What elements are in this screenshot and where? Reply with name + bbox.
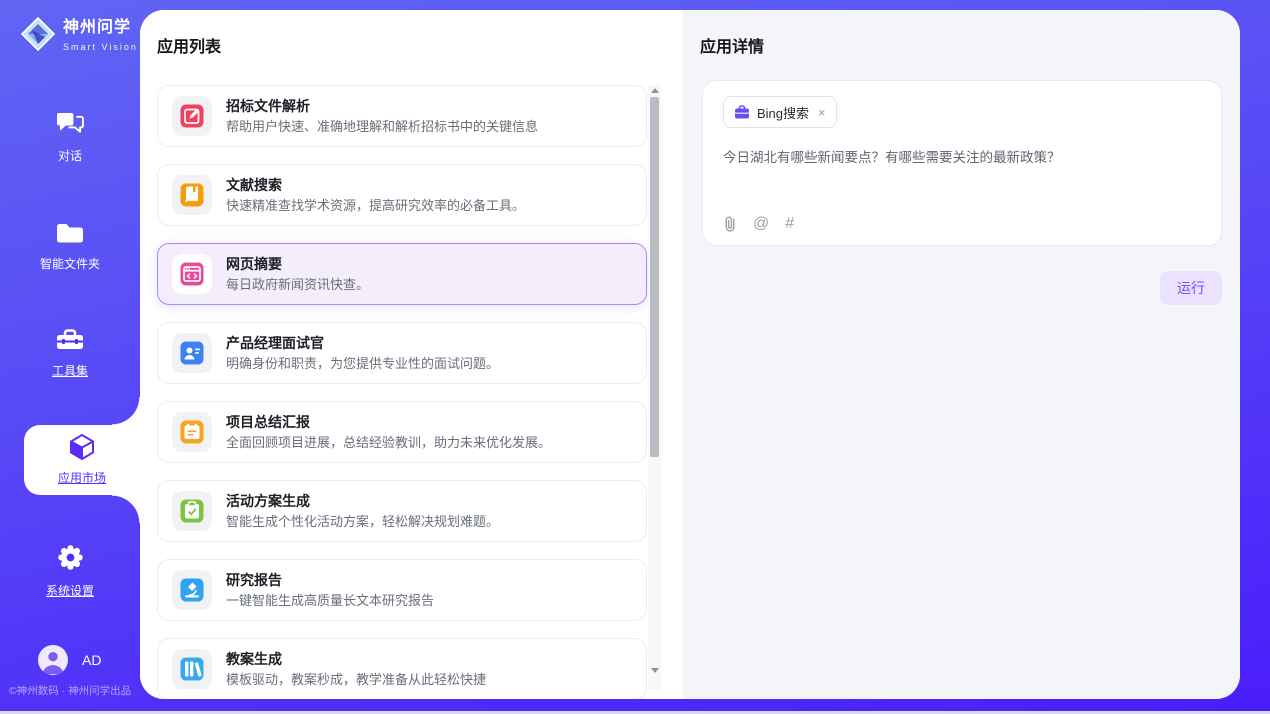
at-icon[interactable]: @ xyxy=(753,216,769,232)
tool-chip-label: Bing搜索 xyxy=(757,103,809,122)
tool-chip-bing-search[interactable]: Bing搜索 × xyxy=(723,96,837,128)
cube-icon xyxy=(67,432,97,467)
brand-subtitle: Smart Vision xyxy=(63,42,138,52)
summary-note-icon xyxy=(172,412,212,452)
run-button[interactable]: 运行 xyxy=(1160,271,1222,305)
interviewer-icon xyxy=(172,333,212,373)
app-card-desc: 帮助用户快速、准确地理解和解析招标书中的关键信息 xyxy=(226,118,538,135)
app-card-event-plan[interactable]: 活动方案生成 智能生成个性化活动方案，轻松解决规划难题。 xyxy=(157,480,647,542)
app-card-title: 教案生成 xyxy=(226,650,486,668)
book-icon xyxy=(172,175,212,215)
app-card-title: 项目总结汇报 xyxy=(226,413,551,431)
scroll-down-arrow-icon[interactable] xyxy=(651,668,659,673)
sidebar-item-label: 系统设置 xyxy=(0,582,140,599)
app-card-lesson-plan[interactable]: 教案生成 模板驱动，教案秒成，教学准备从此轻松快捷 xyxy=(157,638,647,699)
books-icon xyxy=(172,649,212,689)
app-card-desc: 全面回顾项目进展，总结经验教训，助力未来优化发展。 xyxy=(226,434,551,451)
sidebar-item-label: 工具集 xyxy=(0,362,140,379)
app-card-title: 招标文件解析 xyxy=(226,97,538,115)
sidebar: 神州问学 Smart Vision 对话 智能文件夹 xyxy=(0,0,140,711)
app-card-desc: 一键智能生成高质量长文本研究报告 xyxy=(226,592,434,609)
app-card-web-summary[interactable]: 网页摘要 每日政府新闻资讯快查。 xyxy=(157,243,647,305)
browser-code-icon xyxy=(172,254,212,294)
chat-icon xyxy=(56,112,85,142)
app-card-desc: 每日政府新闻资讯快查。 xyxy=(226,276,369,293)
app-card-title: 研究报告 xyxy=(226,571,434,589)
sidebar-item-chat[interactable]: 对话 xyxy=(0,112,140,164)
brand-logo: 神州问学 Smart Vision xyxy=(20,16,140,57)
sidebar-item-label: 对话 xyxy=(0,147,140,164)
app-card-desc: 快速精准查找学术资源，提高研究效率的必备工具。 xyxy=(226,197,525,214)
app-card-desc: 模板驱动，教案秒成，教学准备从此轻松快捷 xyxy=(226,671,486,688)
briefcase-icon xyxy=(734,105,750,120)
microscope-icon xyxy=(172,570,212,610)
app-card-title: 产品经理面试官 xyxy=(226,334,499,352)
paperclip-icon[interactable] xyxy=(723,215,737,232)
diamond-logo-icon xyxy=(20,16,56,57)
app-card-pm-interviewer[interactable]: 产品经理面试官 明确身份和职责，为您提供专业性的面试问题。 xyxy=(157,322,647,384)
app-card-bid-parsing[interactable]: 招标文件解析 帮助用户快速、准确地理解和解析招标书中的关键信息 xyxy=(157,85,647,147)
copyright-text: ©神州数码 · 神州问学出品 xyxy=(9,683,131,698)
user-avatar-icon xyxy=(38,645,68,675)
app-detail-panel: 应用详情 Bing搜索 × 今日湖北有哪些新闻要点？有哪些需要关注的最新政策？ xyxy=(683,10,1240,699)
app-cards: 招标文件解析 帮助用户快速、准确地理解和解析招标书中的关键信息 xyxy=(140,57,683,699)
content-area: 应用列表 招标文件解析 帮助用户快速、准确地理解和解析招标书中的关键信息 xyxy=(140,10,1240,699)
app-window: 神州问学 Smart Vision 对话 智能文件夹 xyxy=(0,0,1270,714)
app-card-literature-search[interactable]: 文献搜索 快速精准查找学术资源，提高研究效率的必备工具。 xyxy=(157,164,647,226)
app-card-title: 网页摘要 xyxy=(226,255,369,273)
app-detail-title: 应用详情 xyxy=(683,10,1240,57)
toolbox-icon xyxy=(55,328,85,357)
sidebar-item-toolset[interactable]: 工具集 xyxy=(0,328,140,379)
scroll-up-arrow-icon[interactable] xyxy=(651,88,659,93)
query-input-card[interactable]: Bing搜索 × 今日湖北有哪些新闻要点？有哪些需要关注的最新政策？ @ # xyxy=(702,80,1222,246)
user-account[interactable]: AD xyxy=(38,645,101,675)
brand-name: 神州问学 xyxy=(63,19,131,36)
close-icon[interactable]: × xyxy=(818,106,826,119)
sidebar-item-label: 智能文件夹 xyxy=(0,255,140,272)
app-card-research-report[interactable]: 研究报告 一键智能生成高质量长文本研究报告 xyxy=(157,559,647,621)
app-card-desc: 明确身份和职责，为您提供专业性的面试问题。 xyxy=(226,355,499,372)
app-list-title: 应用列表 xyxy=(140,10,683,57)
sidebar-item-label: 应用市场 xyxy=(24,469,140,486)
app-card-title: 文献搜索 xyxy=(226,176,525,194)
gear-icon xyxy=(56,543,85,577)
folder-icon xyxy=(56,222,84,250)
app-card-title: 活动方案生成 xyxy=(226,492,499,510)
query-input[interactable]: 今日湖北有哪些新闻要点？有哪些需要关注的最新政策？ xyxy=(723,148,1201,167)
app-list-panel: 应用列表 招标文件解析 帮助用户快速、准确地理解和解析招标书中的关键信息 xyxy=(140,10,683,699)
sidebar-item-settings[interactable]: 系统设置 xyxy=(0,543,140,599)
app-card-desc: 智能生成个性化活动方案，轻松解决规划难题。 xyxy=(226,513,499,530)
app-card-project-summary[interactable]: 项目总结汇报 全面回顾项目进展，总结经验教训，助力未来优化发展。 xyxy=(157,401,647,463)
user-name: AD xyxy=(82,652,101,668)
list-scrollbar[interactable] xyxy=(648,85,661,690)
clipboard-check-icon xyxy=(172,491,212,531)
sidebar-item-smart-folder[interactable]: 智能文件夹 xyxy=(0,222,140,272)
scrollbar-thumb[interactable] xyxy=(650,97,659,457)
edit-document-icon xyxy=(172,96,212,136)
hash-icon[interactable]: # xyxy=(785,216,794,232)
input-toolbar: @ # xyxy=(723,215,794,232)
sidebar-item-app-market[interactable]: 应用市场 xyxy=(24,425,140,495)
